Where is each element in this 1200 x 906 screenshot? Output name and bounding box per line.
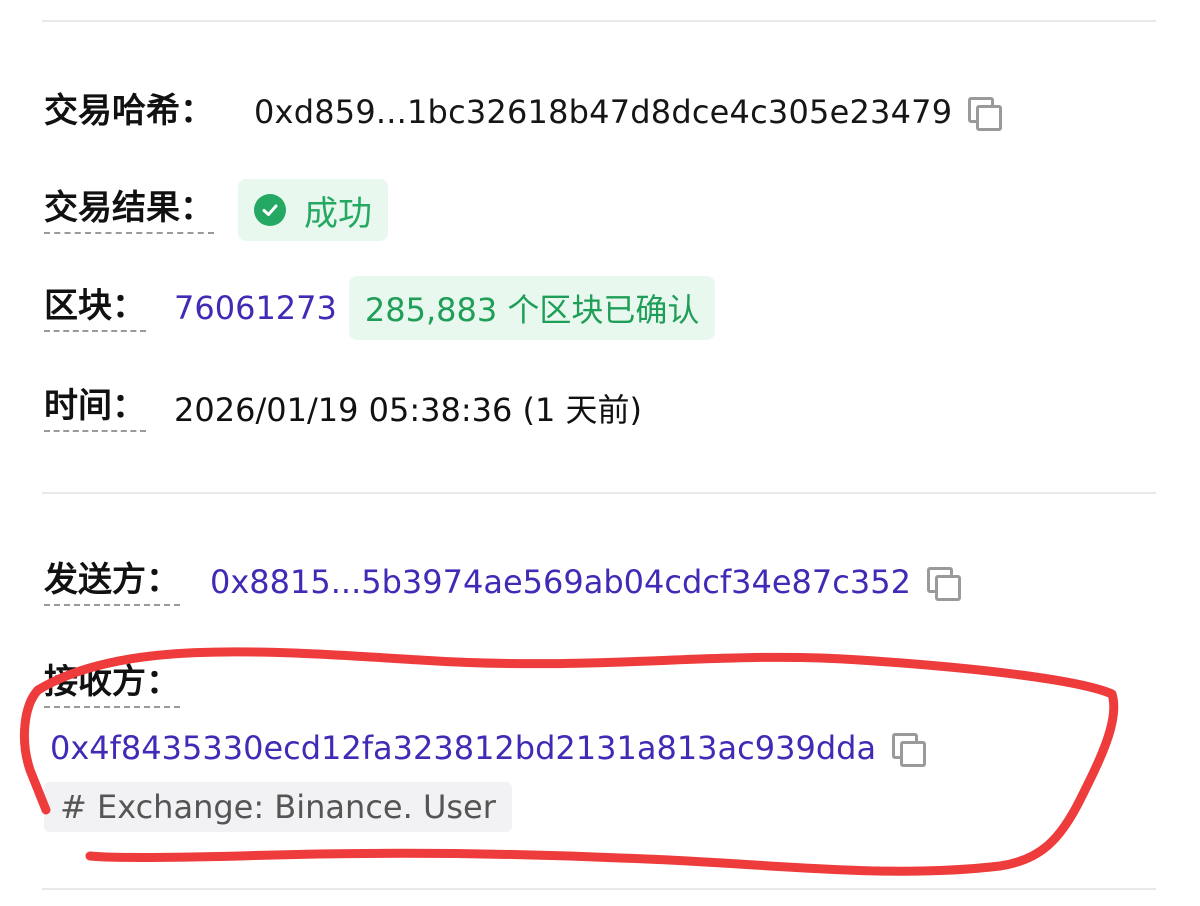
to-address-link[interactable]: 0x4f8435330ecd12fa323812bd2131a813ac939d… bbox=[50, 729, 876, 767]
tx-hash-label: 交易哈希： bbox=[44, 91, 214, 131]
transaction-detail-page: 交易哈希： 0xd859...1bc32618b47d8dce4c305e234… bbox=[0, 0, 1200, 906]
section-divider bbox=[42, 492, 1156, 494]
status-badge: 成功 bbox=[238, 179, 388, 241]
time-row: 时间： 2026/01/19 05:38:36 (1 天前) bbox=[44, 378, 642, 438]
confirmations-badge: 285,883 个区块已确认 bbox=[348, 276, 716, 340]
tx-hash-value: 0xd859...1bc32618b47d8dce4c305e23479 bbox=[254, 93, 953, 131]
tx-result-label: 交易结果： bbox=[44, 186, 214, 234]
from-label: 发送方： bbox=[44, 558, 180, 606]
tx-result-row: 交易结果： 成功 bbox=[44, 179, 388, 241]
to-label: 接收方： bbox=[44, 660, 180, 708]
from-address-link[interactable]: 0x8815...5b3974ae569ab04cdcf34e87c352 bbox=[210, 563, 911, 601]
block-label: 区块： bbox=[44, 284, 146, 332]
copy-icon[interactable] bbox=[890, 731, 927, 767]
bottom-divider bbox=[42, 888, 1156, 890]
from-row: 发送方： 0x8815...5b3974ae569ab04cdcf34e87c3… bbox=[44, 552, 961, 612]
address-tag: # Exchange: Binance. User bbox=[44, 782, 512, 832]
check-circle-icon bbox=[254, 194, 286, 226]
copy-icon[interactable] bbox=[966, 95, 1003, 131]
tx-hash-row: 交易哈希： 0xd859...1bc32618b47d8dce4c305e234… bbox=[44, 82, 1003, 142]
status-text: 成功 bbox=[304, 193, 372, 234]
time-value: 2026/01/19 05:38:36 (1 天前) bbox=[174, 391, 643, 429]
to-label-row: 接收方： bbox=[44, 654, 180, 714]
block-row: 区块： 76061273 285,883 个区块已确认 bbox=[44, 276, 716, 340]
block-number-link[interactable]: 76061273 bbox=[174, 289, 337, 327]
top-divider bbox=[42, 20, 1156, 22]
to-address-row: 0x4f8435330ecd12fa323812bd2131a813ac939d… bbox=[50, 718, 927, 778]
copy-icon[interactable] bbox=[925, 565, 961, 601]
time-label: 时间： bbox=[44, 384, 146, 432]
